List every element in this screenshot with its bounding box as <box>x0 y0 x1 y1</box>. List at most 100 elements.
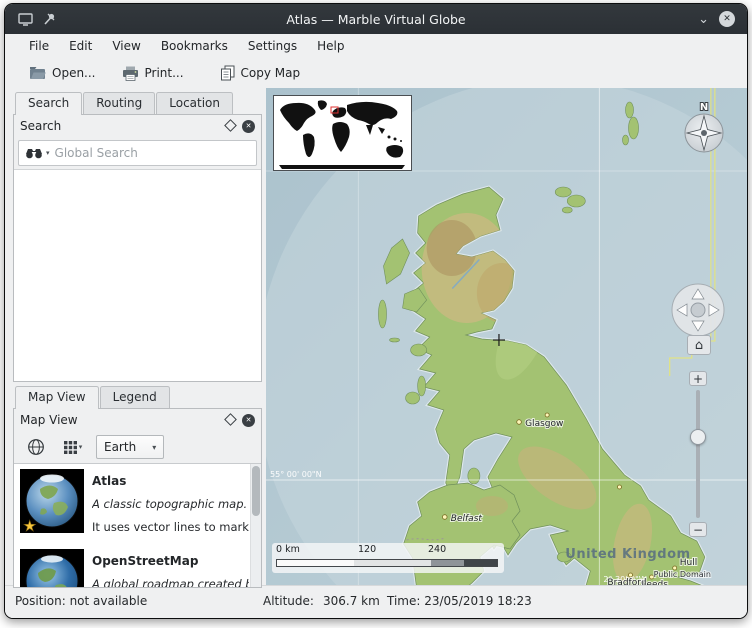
chevron-down-icon: ▾ <box>152 443 156 452</box>
overview-map[interactable] <box>273 95 412 171</box>
favorite-star-icon: ★ <box>23 517 36 533</box>
search-mode-chevron-icon[interactable]: ▾ <box>46 149 50 157</box>
attribution-label: Public Domain <box>654 570 711 579</box>
float-panel-button[interactable] <box>226 119 235 133</box>
open-label: Open... <box>52 66 96 80</box>
navigation-pad[interactable] <box>670 282 726 338</box>
time-status: Time: 23/05/2019 18:23 <box>387 594 532 608</box>
close-button[interactable]: ✕ <box>719 11 735 27</box>
map-view-panel: Map View ✕ <box>13 408 262 588</box>
statusbar: Position: not available Altitude: 306.7 … <box>5 585 747 618</box>
tab-search[interactable]: Search <box>15 92 82 115</box>
altitude-label: Altitude: <box>263 594 314 608</box>
map-theme-name: OpenStreetMap <box>92 550 249 573</box>
scale-bar: 0 km 120 240 <box>272 543 504 573</box>
tab-location[interactable]: Location <box>156 92 233 114</box>
float-icon <box>224 119 237 132</box>
menu-settings[interactable]: Settings <box>238 36 307 56</box>
city-dot <box>629 573 633 577</box>
search-input-row: ▾ <box>18 140 257 166</box>
world-map-inset <box>274 96 411 170</box>
tab-map-view[interactable]: Map View <box>15 386 99 409</box>
chevron-down-icon: ▾ <box>79 443 83 451</box>
sidebar-top-tabs: Search Routing Location <box>13 90 262 114</box>
zoom-slider-track[interactable] <box>696 390 700 518</box>
menu-help[interactable]: Help <box>307 36 354 56</box>
map-canvas[interactable]: 55° 00' 00"N 2° 30' 0"W Glasgow Belfast <box>266 88 747 588</box>
pin-icon[interactable] <box>42 12 56 26</box>
window-title: Atlas — Marble Virtual Globe <box>5 12 747 27</box>
map-view-panel-title: Map View <box>20 413 219 427</box>
map-theme-desc: It uses vector lines to mark <box>92 516 249 539</box>
app-window: Atlas — Marble Virtual Globe ⌄ ✕ File Ed… <box>4 3 748 619</box>
atlas-thumbnail: ★ <box>20 469 84 533</box>
antrim-hills <box>476 496 508 516</box>
grid-icon <box>64 441 77 454</box>
celestial-body-value: Earth <box>104 440 136 454</box>
sidebar-bottom-tabs: Map View Legend <box>13 384 262 408</box>
city-label: Glasgow <box>525 419 563 429</box>
map-view-controls: ▾ Earth ▾ <box>14 431 261 463</box>
scale-end-label: 240 <box>428 544 446 555</box>
openstreetmap-thumbnail <box>20 549 84 587</box>
copy-icon <box>220 65 235 81</box>
city-dot <box>442 515 447 520</box>
home-button[interactable]: ⌂ <box>687 335 711 355</box>
printer-icon <box>122 66 139 81</box>
globe-icon <box>27 438 45 456</box>
titlebar[interactable]: Atlas — Marble Virtual Globe ⌄ ✕ <box>5 4 747 34</box>
close-panel-button[interactable]: ✕ <box>242 414 255 427</box>
tab-legend[interactable]: Legend <box>100 386 170 408</box>
menu-view[interactable]: View <box>102 36 150 56</box>
search-input[interactable] <box>53 145 250 161</box>
map-theme-list: ★ Atlas A classic topographic map. It us… <box>14 463 261 587</box>
menu-file[interactable]: File <box>19 36 59 56</box>
print-button[interactable]: Print... <box>116 63 190 84</box>
city-dot <box>617 485 621 489</box>
open-button[interactable]: Open... <box>23 63 102 83</box>
menu-edit[interactable]: Edit <box>59 36 102 56</box>
search-panel: Search ✕ ▾ <box>13 114 262 382</box>
altitude-value: 306.7 km <box>323 594 380 608</box>
minus-icon: − <box>693 524 703 536</box>
compass-north-label: N <box>700 102 708 113</box>
projection-globe-button[interactable] <box>22 436 50 459</box>
float-panel-button[interactable] <box>226 413 235 427</box>
home-icon: ⌂ <box>695 339 703 352</box>
folder-icon <box>29 66 46 80</box>
menu-bookmarks[interactable]: Bookmarks <box>151 36 238 56</box>
scrollbar-thumb[interactable] <box>252 466 260 516</box>
menubar: File Edit View Bookmarks Settings Help <box>5 34 747 58</box>
celestial-body-select[interactable]: Earth ▾ <box>96 435 164 459</box>
list-item-openstreetmap[interactable]: OpenStreetMap A global roadmap created b… <box>14 544 251 587</box>
search-panel-header: Search ✕ <box>14 115 261 137</box>
scale-bar-ruler <box>276 559 498 567</box>
list-item-atlas[interactable]: ★ Atlas A classic topographic map. It us… <box>14 464 251 544</box>
scale-mid-label: 120 <box>358 544 376 555</box>
pan-center-knob[interactable] <box>691 303 705 317</box>
tab-routing[interactable]: Routing <box>83 92 155 114</box>
app-icon[interactable] <box>18 13 33 26</box>
minimize-button[interactable]: ⌄ <box>698 13 709 26</box>
zoom-slider-handle[interactable] <box>690 429 706 445</box>
latitude-label: 55° 00' 00"N <box>270 470 322 479</box>
map-view-panel-header: Map View ✕ <box>14 409 261 431</box>
toolbar: Open... Print... Copy Map <box>5 58 747 88</box>
country-label: United Kingdom <box>565 547 690 562</box>
scale-start-label: 0 km <box>276 544 300 555</box>
thumbnail-view-button[interactable]: ▾ <box>55 436 91 459</box>
map-list-scrollbar[interactable] <box>250 464 261 587</box>
map-theme-desc: A global roadmap created by the <box>92 573 249 587</box>
global-search-icon[interactable] <box>25 148 43 159</box>
map-theme-desc: A classic topographic map. <box>92 493 249 516</box>
city-label: Belfast <box>451 514 483 524</box>
copy-map-button[interactable]: Copy Map <box>214 62 307 84</box>
float-icon <box>224 413 237 426</box>
search-results-list[interactable] <box>14 169 261 381</box>
compass[interactable]: N <box>678 96 730 154</box>
close-panel-button[interactable]: ✕ <box>242 120 255 133</box>
position-status: Position: not available <box>15 594 147 608</box>
zoom-out-button[interactable]: − <box>689 522 707 537</box>
zoom-in-button[interactable]: + <box>689 371 707 386</box>
copy-map-label: Copy Map <box>241 66 301 80</box>
